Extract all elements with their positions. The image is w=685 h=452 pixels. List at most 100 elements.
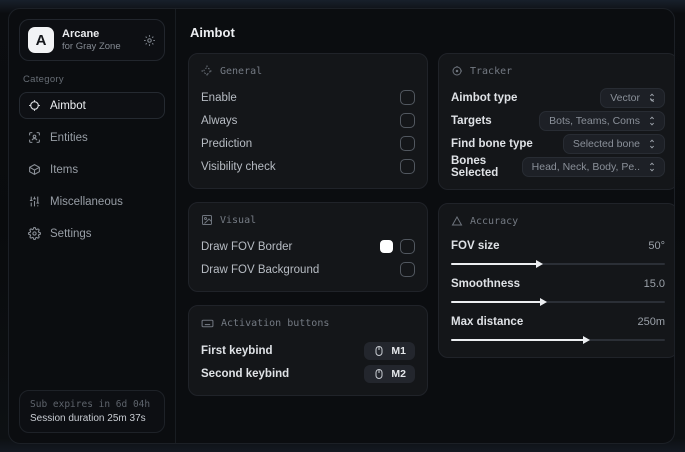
- mouse-icon: [373, 368, 385, 380]
- image-icon: [201, 214, 213, 226]
- panel-tracker: Tracker Aimbot type Vector Targets Bots,…: [438, 53, 674, 190]
- panel-visual-header: Visual: [201, 214, 415, 226]
- sidebar-item-miscellaneous[interactable]: Miscellaneous: [19, 188, 165, 215]
- prediction-checkbox[interactable]: [400, 136, 415, 151]
- chevron-up-down-icon: [647, 162, 657, 172]
- find-bone-type-select[interactable]: Selected bone: [562, 133, 665, 154]
- sidebar-item-label: Miscellaneous: [50, 195, 123, 208]
- chevron-up-down-icon: [647, 139, 657, 149]
- slider-max-distance: Max distance 250m: [451, 312, 665, 344]
- smoothness-slider[interactable]: [451, 298, 665, 306]
- fov-size-slider[interactable]: [451, 260, 665, 268]
- fov-border-color-swatch[interactable]: [380, 240, 393, 253]
- sub-expires-text: Sub expires in 6d 04h: [30, 399, 151, 410]
- general-row-enable: Enable: [201, 86, 415, 109]
- tracker-row-aimbot-type: Aimbot type Vector: [451, 86, 665, 109]
- panel-activation-buttons: Activation buttons First keybind M1 Seco…: [188, 305, 428, 396]
- panel-title: Accuracy: [470, 215, 519, 227]
- sidebar-item-aimbot[interactable]: Aimbot: [19, 92, 165, 119]
- panel-title: Tracker: [470, 65, 513, 77]
- session-duration-text: Session duration 25m 37s: [30, 413, 146, 424]
- sidebar-item-label: Items: [50, 163, 79, 176]
- row-label: Find bone type: [451, 137, 533, 150]
- select-value: Selected bone: [572, 137, 640, 150]
- panel-title: General: [220, 65, 263, 77]
- slider-label: Smoothness: [451, 278, 521, 290]
- slider-value: 250m: [637, 316, 665, 328]
- panel-title: Visual: [220, 214, 257, 226]
- sidebar-item-items[interactable]: Items: [19, 156, 165, 183]
- panel-tracker-header: Tracker: [451, 65, 665, 77]
- chevron-up-down-icon: [647, 93, 657, 103]
- row-label: Bones Selected: [451, 155, 499, 179]
- panel-general-header: General: [201, 65, 415, 77]
- select-value: Head, Neck, Body, Pe..: [531, 161, 640, 173]
- slider-thumb[interactable]: [535, 260, 543, 268]
- slider-label: FOV size: [451, 240, 500, 252]
- first-keybind-button[interactable]: M1: [364, 341, 415, 360]
- category-label: Category: [23, 74, 64, 85]
- app-header-card: A Arcane for Gray Zone: [19, 19, 165, 61]
- draw-fov-border-checkbox[interactable]: [400, 239, 415, 254]
- panel-accuracy-header: Accuracy: [451, 215, 665, 227]
- app-subtitle: for Gray Zone: [62, 40, 121, 52]
- row-label: Prediction: [201, 137, 253, 150]
- row-label: Draw FOV Background: [201, 263, 320, 276]
- aimbot-type-select[interactable]: Vector: [600, 87, 665, 108]
- sidebar-item-label: Settings: [50, 227, 92, 240]
- app-window: A Arcane for Gray Zone Category Aimbot E…: [8, 8, 675, 444]
- general-row-prediction: Prediction: [201, 132, 415, 155]
- row-label: Draw FOV Border: [201, 240, 293, 253]
- row-label: First keybind: [201, 344, 273, 357]
- keyboard-icon: [201, 317, 214, 330]
- tracker-row-bones-selected: Bones Selected Head, Neck, Body, Pe..: [451, 155, 665, 179]
- targets-select[interactable]: Bots, Teams, Coms: [539, 110, 665, 131]
- app-logo: A: [28, 27, 54, 53]
- panel-general: General Enable Always Prediction Visibil…: [188, 53, 428, 189]
- always-checkbox[interactable]: [400, 113, 415, 128]
- box-icon: [28, 163, 41, 176]
- select-value: Vector: [610, 91, 640, 104]
- crosshair-icon: [28, 99, 41, 112]
- row-label: Visibility check: [201, 160, 276, 173]
- draw-fov-background-checkbox[interactable]: [400, 262, 415, 277]
- slider-thumb[interactable]: [539, 298, 547, 306]
- sliders-icon: [28, 195, 41, 208]
- panel-visual: Visual Draw FOV Border Draw FOV Backgrou…: [188, 202, 428, 292]
- slider-fov-size: FOV size 50°: [451, 236, 665, 268]
- keybind-value: M1: [391, 344, 406, 357]
- tracker-row-targets: Targets Bots, Teams, Coms: [451, 109, 665, 132]
- person-scan-icon: [28, 131, 41, 144]
- row-label: Always: [201, 114, 238, 127]
- max-distance-slider[interactable]: [451, 336, 665, 344]
- main-content: Aimbot General Enable Always Prediction …: [176, 9, 674, 443]
- subscription-card: Sub expires in 6d 04h Session duration 2…: [19, 390, 165, 433]
- keybind-value: M2: [391, 367, 406, 380]
- mouse-icon: [373, 345, 385, 357]
- slider-thumb[interactable]: [582, 336, 590, 344]
- chevron-up-down-icon: [647, 116, 657, 126]
- triangle-icon: [451, 215, 463, 227]
- gear-icon[interactable]: [143, 34, 156, 47]
- second-keybind-button[interactable]: M2: [364, 364, 415, 383]
- slider-value: 50°: [648, 240, 665, 252]
- general-row-always: Always: [201, 109, 415, 132]
- sidebar-item-entities[interactable]: Entities: [19, 124, 165, 151]
- bones-selected-select[interactable]: Head, Neck, Body, Pe..: [521, 157, 665, 177]
- sidebar-item-label: Aimbot: [50, 99, 86, 112]
- panel-title: Activation buttons: [221, 318, 330, 329]
- app-title: Arcane: [62, 27, 100, 40]
- general-row-visibility-check: Visibility check: [201, 155, 415, 178]
- app-header-text: Arcane for Gray Zone: [62, 28, 121, 53]
- settings-gear-icon: [28, 227, 41, 240]
- row-label: Second keybind: [201, 367, 290, 380]
- activation-row-first-keybind: First keybind M1: [201, 339, 415, 362]
- slider-value: 15.0: [643, 278, 665, 290]
- row-label: Enable: [201, 91, 237, 104]
- visual-row-fov-background: Draw FOV Background: [201, 258, 415, 281]
- enable-checkbox[interactable]: [400, 90, 415, 105]
- panel-activation-header: Activation buttons: [201, 317, 415, 330]
- row-label: Aimbot type: [451, 91, 518, 104]
- sidebar-item-settings[interactable]: Settings: [19, 220, 165, 247]
- visibility-check-checkbox[interactable]: [400, 159, 415, 174]
